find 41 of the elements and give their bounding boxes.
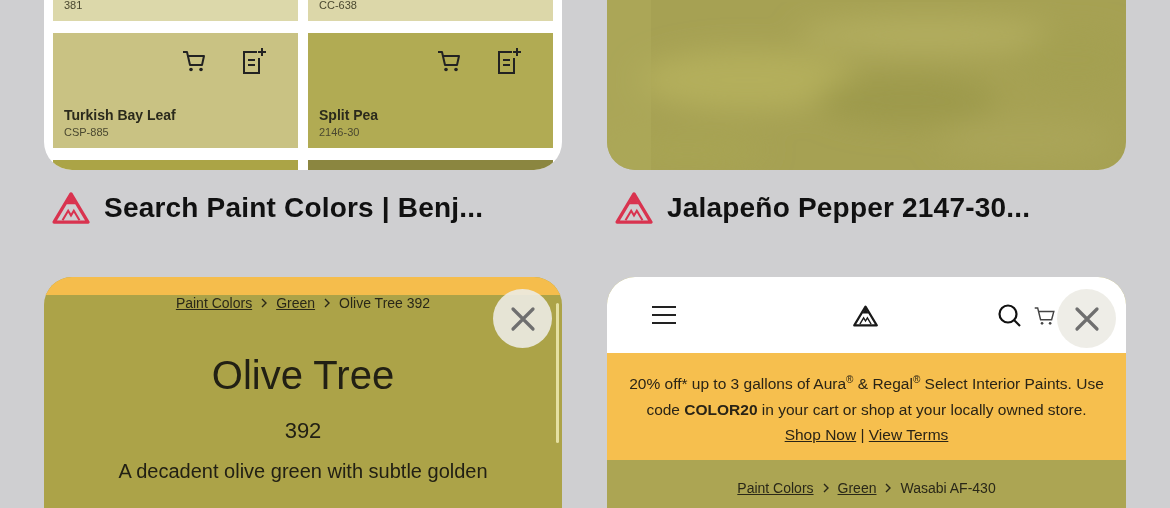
color-swatch[interactable] (53, 160, 298, 170)
breadcrumb-link[interactable]: Paint Colors (175, 295, 253, 311)
tab-preview[interactable]: 20% off* up to 3 gallons of Aura$^{®}$ & Regal$^{®}$ Select Interior Paints. Use code COLOR20 in your cart or shop at your locally owned store. Shop Now | View Terms Paint Colors Green Wasabi AF-430 (607, 277, 1126, 508)
tab-title: Jalapeño Pepper 2147-30... (667, 192, 1031, 224)
promo-link[interactable]: Shop Now (784, 426, 857, 444)
color-swatch[interactable]: Split Pea 2146-30 (308, 33, 553, 148)
color-swatch[interactable]: 381 (53, 0, 298, 21)
chevron-icon (821, 482, 830, 493)
breadcrumb-link[interactable]: Green (837, 479, 877, 496)
breadcrumb-current: Olive Tree 392 (339, 295, 431, 311)
add-to-list-icon[interactable] (495, 47, 521, 75)
breadcrumb-current: Wasabi AF-430 (900, 479, 996, 496)
tab-title: Search Paint Colors | Benj... (104, 192, 484, 224)
chevron-icon (323, 298, 332, 308)
promo-link[interactable]: View Terms (868, 426, 949, 444)
cart-icon[interactable] (1034, 306, 1056, 326)
color-code: CC-638 (319, 0, 358, 11)
color-name: Turkish Bay Leaf (64, 107, 177, 123)
promo-text: 20% off* up to 3 gallons of Aura$^{®}$ & Regal$^{®}$ Select Interior Paints. Use code COLOR20 in your cart or shop at your locally owned store. Shop Now | View Terms (628, 373, 1105, 446)
chevron-icon (260, 298, 269, 308)
menu-icon[interactable] (651, 305, 677, 325)
tab-preview[interactable]: 381 CC-638 Turkish Bay Leaf CSP-885 Split Pea 2146-30 (44, 0, 562, 170)
color-swatch[interactable]: Turkish Bay Leaf CSP-885 (53, 33, 298, 148)
color-description: A decadent olive green with subtle golden (118, 460, 488, 483)
chevron-icon (884, 482, 893, 493)
color-title: Olive Tree (211, 353, 395, 398)
breadcrumb-link[interactable]: Paint Colors (737, 479, 814, 496)
color-swatch[interactable]: CC-638 (308, 0, 553, 21)
add-to-list-icon[interactable] (240, 47, 266, 75)
color-number: 392 (284, 418, 322, 444)
tab-preview[interactable]: Paint Colors Green Olive Tree 392 Olive Tree 392 A decadent olive green with subtle golden (44, 277, 562, 508)
logo-icon (853, 305, 878, 327)
site-icon (615, 192, 653, 224)
color-code: 2146-30 (319, 126, 361, 138)
color-name: Split Pea (319, 107, 380, 123)
breadcrumb-link[interactable]: Green (276, 295, 316, 311)
color-code: 381 (64, 0, 84, 11)
color-swatch[interactable] (308, 160, 553, 170)
site-icon (52, 192, 90, 224)
color-code: CSP-885 (64, 126, 110, 138)
search-icon[interactable] (997, 303, 1023, 329)
